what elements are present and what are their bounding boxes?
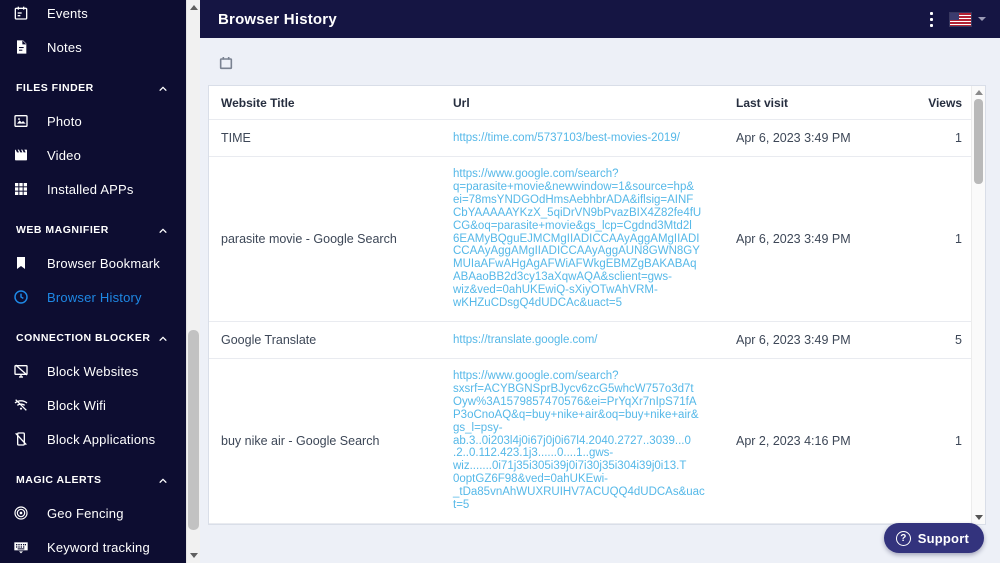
last-visit-cell: Apr 2, 2023 4:16 PM: [736, 433, 851, 448]
language-selector[interactable]: [950, 12, 986, 26]
note-icon: [13, 39, 29, 55]
sidebar-section-magic-alerts[interactable]: MAGIC ALERTS: [0, 456, 186, 496]
column-header-website-title: Website Title: [221, 95, 295, 110]
last-visit-cell: Apr 6, 2023 3:49 PM: [736, 332, 851, 347]
support-button[interactable]: Support: [883, 523, 984, 553]
support-button-label: Support: [917, 530, 969, 546]
top-header: Browser History: [200, 0, 1000, 38]
photo-icon: [13, 113, 29, 129]
sidebar-menu: Events Notes FILES FINDER Photo Video In…: [0, 0, 186, 563]
bookmark-icon: [13, 255, 29, 271]
website-title-cell: TIME: [221, 131, 251, 145]
sidebar-item-notes[interactable]: Notes: [0, 30, 186, 64]
views-cell: 1: [955, 131, 962, 145]
calendar-filter-icon[interactable]: [218, 55, 234, 76]
wifi-off-icon: [13, 397, 29, 413]
scroll-down-arrow-icon[interactable]: [975, 515, 983, 520]
history-table-card: Website Title Url Last visit Views TIME …: [208, 85, 986, 525]
scroll-down-arrow-icon[interactable]: [190, 553, 198, 558]
url-link[interactable]: https://www.google.com/search? sxsrf=ACY…: [453, 359, 736, 523]
kebab-menu-icon[interactable]: [927, 9, 936, 30]
table-row[interactable]: TIME https://time.com/5737103/best-movie…: [209, 120, 972, 157]
chevron-up-icon: [159, 86, 167, 91]
table-header-row: Website Title Url Last visit Views: [209, 86, 972, 120]
table-scrollbar[interactable]: [971, 86, 985, 524]
table-scrollbar-thumb[interactable]: [974, 99, 983, 184]
sidebar-scrollbar-thumb[interactable]: [188, 330, 199, 530]
last-visit-cell: Apr 6, 2023 3:49 PM: [736, 131, 851, 145]
app-window: Events Notes FILES FINDER Photo Video In…: [0, 0, 1000, 563]
website-title-cell: buy nike air - Google Search: [221, 433, 380, 448]
page-title: Browser History: [218, 10, 337, 28]
sidebar-section-connection-blocker[interactable]: CONNECTION BLOCKER: [0, 314, 186, 354]
sidebar-item-block-wifi[interactable]: Block Wifi: [0, 388, 186, 422]
views-cell: 1: [955, 231, 962, 246]
sidebar-item-browser-bookmark[interactable]: Browser Bookmark: [0, 246, 186, 280]
calendar-event-icon: [13, 5, 29, 21]
views-cell: 5: [955, 332, 962, 347]
sidebar-item-keyword-tracking[interactable]: Keyword tracking: [0, 530, 186, 563]
sidebar-item-events[interactable]: Events: [0, 0, 186, 30]
table-row[interactable]: Google Translate https://translate.googl…: [209, 322, 972, 359]
help-icon: [895, 530, 911, 546]
url-link[interactable]: https://translate.google.com/: [453, 323, 736, 358]
us-flag-icon: [950, 12, 971, 26]
video-icon: [13, 147, 29, 163]
table-row[interactable]: buy nike air - Google Search https://www…: [209, 359, 972, 524]
column-header-views: Views: [928, 95, 962, 110]
keyboard-icon: [13, 539, 29, 555]
url-link[interactable]: https://www.google.com/search? q=parasit…: [453, 157, 736, 321]
last-visit-cell: Apr 6, 2023 3:49 PM: [736, 231, 851, 246]
main-panel: Browser History Website Title Url Last v…: [200, 0, 1000, 563]
sidebar-section-files-finder[interactable]: FILES FINDER: [0, 64, 186, 104]
geo-fencing-icon: [13, 505, 29, 521]
scroll-up-arrow-icon[interactable]: [975, 90, 983, 95]
chevron-up-icon: [159, 478, 167, 483]
sidebar: Events Notes FILES FINDER Photo Video In…: [0, 0, 186, 563]
monitor-block-icon: [13, 363, 29, 379]
sidebar-item-browser-history[interactable]: Browser History: [0, 280, 186, 314]
views-cell: 1: [955, 433, 962, 448]
clock-icon: [13, 289, 29, 305]
history-table-body: TIME https://time.com/5737103/best-movie…: [209, 120, 972, 524]
sidebar-item-block-applications[interactable]: Block Applications: [0, 422, 186, 456]
column-header-last-visit: Last visit: [736, 95, 789, 110]
sidebar-item-photo[interactable]: Photo: [0, 104, 186, 138]
website-title-cell: Google Translate: [221, 332, 317, 347]
column-header-url: Url: [453, 95, 470, 110]
content-area: Website Title Url Last visit Views TIME …: [200, 38, 1000, 563]
chevron-down-icon: [978, 17, 986, 21]
chevron-up-icon: [159, 228, 167, 233]
apps-grid-icon: [13, 181, 29, 197]
url-link[interactable]: https://time.com/5737103/best-movies-201…: [453, 121, 736, 156]
phone-block-icon: [13, 431, 29, 447]
table-row[interactable]: parasite movie - Google Search https://w…: [209, 157, 972, 322]
sidebar-item-block-websites[interactable]: Block Websites: [0, 354, 186, 388]
history-table: Website Title Url Last visit Views TIME …: [209, 86, 972, 524]
header-actions: [927, 9, 986, 30]
chevron-up-icon: [159, 336, 167, 341]
sidebar-item-installed-apps[interactable]: Installed APPs: [0, 172, 186, 206]
sidebar-item-geo-fencing[interactable]: Geo Fencing: [0, 496, 186, 530]
sidebar-section-web-magnifier[interactable]: WEB MAGNIFIER: [0, 206, 186, 246]
sidebar-item-video[interactable]: Video: [0, 138, 186, 172]
sidebar-scrollbar[interactable]: [186, 0, 200, 563]
scroll-up-arrow-icon[interactable]: [190, 5, 198, 10]
website-title-cell: parasite movie - Google Search: [221, 231, 397, 246]
